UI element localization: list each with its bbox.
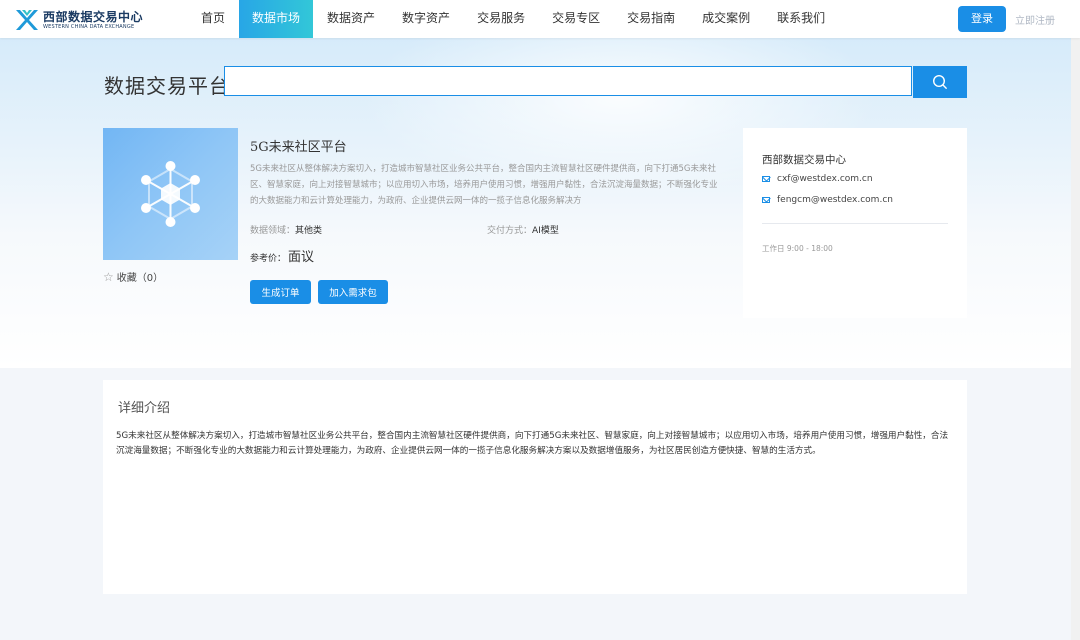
top-navbar: 西部数据交易中心 WESTERN CHINA DATA EXCHANGE 首页 … [0,0,1080,38]
star-icon: ☆ [103,269,114,284]
divider [762,223,948,224]
email-text: cxf@westdex.com.cn [777,174,873,184]
nav-data-assets[interactable]: 数据资产 [314,0,388,38]
contact-org: 西部数据交易中心 [762,154,846,166]
email-text: fengcm@westdex.com.cn [777,195,893,205]
logo-icon [16,10,38,30]
site-logo[interactable]: 西部数据交易中心 WESTERN CHINA DATA EXCHANGE [16,8,143,32]
nav-home[interactable]: 首页 [188,0,238,38]
detail-section: 详细介绍 5G未来社区从整体解决方案切入，打造城市智慧社区业务公共平台，整合国内… [103,380,967,594]
platform-title: 数据交易平台 [104,74,230,98]
add-to-demand-button[interactable]: 加入需求包 [318,280,388,304]
price-label: 参考价： [250,254,287,264]
search-button[interactable] [913,66,967,98]
contact-card: 西部数据交易中心 cxf@westdex.com.cn fengcm@westd… [743,128,967,318]
contact-email-1[interactable]: cxf@westdex.com.cn [762,174,873,184]
delivery-method: 交付方式：AI模型 [487,223,559,236]
nav-cases[interactable]: 成交案例 [689,0,763,38]
reference-price: 参考价： 面议 [250,246,314,265]
generate-order-button[interactable]: 生成订单 [250,280,311,304]
logo-title: 西部数据交易中心 [43,9,144,24]
work-hours: 工作日 9:00 - 18:00 [762,244,833,253]
detail-text: 5G未来社区从整体解决方案切入，打造城市智慧社区业务公共平台，整合国内主流智慧社… [116,431,949,456]
search-input[interactable] [224,66,912,96]
register-link[interactable]: 立即注册 [1015,12,1055,27]
nav-trade-zone[interactable]: 交易专区 [539,0,613,38]
product-title: 5G未来社区平台 [250,140,347,155]
price-value: 面议 [288,250,315,265]
detail-title: 详细介绍 [118,401,171,416]
login-button[interactable]: 登录 [958,6,1006,32]
mail-icon [762,176,770,182]
main-nav: 首页 数据市场 数据资产 数字资产 交易服务 交易专区 交易指南 成交案例 联系… [188,0,839,38]
search-icon [932,74,947,89]
nav-data-market[interactable]: 数据市场 [239,0,314,38]
mail-icon [762,197,770,203]
favorite-label: 收藏（0） [116,273,164,284]
nav-digital-assets[interactable]: 数字资产 [389,0,463,38]
contact-email-2[interactable]: fengcm@westdex.com.cn [762,195,893,205]
nav-trade-services[interactable]: 交易服务 [464,0,538,38]
product-hero: 数据交易平台 ☆ 收藏（0） 5G未来社区平台 5G未来社区从整体解决方案切入，… [0,38,1080,368]
product-description: 5G未来社区从整体解决方案切入，打造城市智慧社区业务公共平台，整合国内主流智慧社… [250,164,718,206]
data-domain-value: 其他类 [295,226,323,236]
data-domain-label: 数据领域： [250,226,296,236]
logo-subtitle: WESTERN CHINA DATA EXCHANGE [43,23,135,30]
favorite-toggle[interactable]: ☆ 收藏（0） [103,269,164,285]
nav-trade-guide[interactable]: 交易指南 [614,0,688,38]
nav-contact-us[interactable]: 联系我们 [764,0,838,38]
delivery-method-value: AI模型 [532,226,559,236]
data-domain: 数据领域：其他类 [250,223,322,236]
delivery-method-label: 交付方式： [487,226,533,236]
product-image [103,128,238,260]
network-hexagon-icon [141,161,200,227]
page-scrollbar[interactable] [1071,38,1080,640]
